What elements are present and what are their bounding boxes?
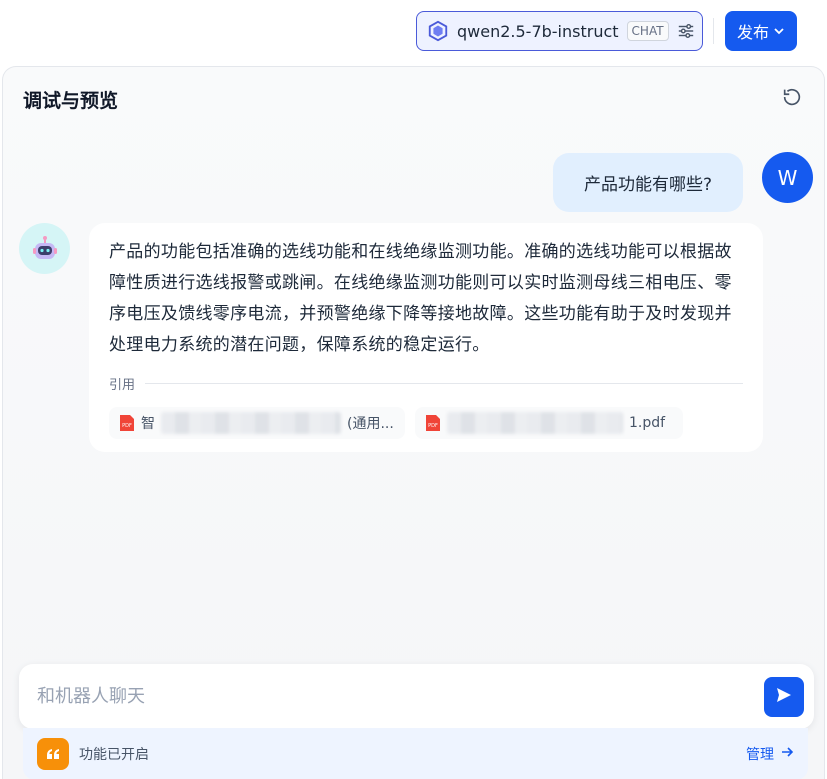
bot-message-bubble: 产品的功能包括准确的选线功能和在线绝缘监测功能。准确的选线功能可以根据故障性质进… xyxy=(89,223,763,452)
panel-title: 调试与预览 xyxy=(23,90,119,112)
citation-header: 引用 xyxy=(109,374,743,393)
redacted-filename xyxy=(161,412,341,434)
citation-name-suffix: (通用... xyxy=(347,416,394,432)
model-selector-button[interactable]: qwen2.5-7b-instruct CHAT xyxy=(416,11,703,51)
redacted-filename xyxy=(447,412,623,434)
user-message-bubble: 产品功能有哪些? xyxy=(553,153,743,212)
model-name: qwen2.5-7b-instruct xyxy=(457,21,619,41)
citation-chip[interactable]: PDF 1.pdf xyxy=(415,407,683,439)
debug-preview-panel: 调试与预览 产品功能有哪些? W 产品的功能包括准确的选线功能和在线绝缘监测功能… xyxy=(2,66,825,779)
manage-label: 管理 xyxy=(746,747,774,763)
send-button[interactable] xyxy=(764,676,804,717)
citation-chip[interactable]: PDF 智 (通用... xyxy=(109,407,405,439)
citation-name-prefix: 智 xyxy=(141,416,155,432)
bot-message-text: 产品的功能包括准确的选线功能和在线绝缘监测功能。准确的选线功能可以根据故障性质进… xyxy=(109,242,732,355)
user-message-text: 产品功能有哪些? xyxy=(583,175,713,195)
tune-icon[interactable] xyxy=(677,21,695,41)
quote-icon xyxy=(37,738,69,770)
chevron-down-icon xyxy=(773,22,785,41)
model-logo-icon xyxy=(427,19,449,43)
refresh-icon[interactable] xyxy=(781,86,803,108)
bot-avatar-icon xyxy=(19,223,70,274)
pdf-icon: PDF xyxy=(119,414,135,432)
top-bar: qwen2.5-7b-instruct CHAT 发布 xyxy=(0,0,827,64)
feature-status-text: 功能已开启 xyxy=(79,747,149,763)
user-avatar: W xyxy=(762,152,813,203)
manage-link[interactable]: 管理 xyxy=(746,744,794,764)
citation-label: 引用 xyxy=(109,378,136,393)
svg-text:PDF: PDF xyxy=(122,423,132,429)
publish-label: 发布 xyxy=(736,23,769,42)
chat-composer xyxy=(19,664,814,729)
model-mode-badge: CHAT xyxy=(626,21,669,41)
citation-divider xyxy=(145,383,743,384)
send-icon xyxy=(775,686,793,708)
header-divider xyxy=(713,18,714,44)
feature-bar: 功能已开启 管理 xyxy=(23,728,808,779)
citation-list: PDF 智 (通用... PDF 1.pdf xyxy=(109,407,743,439)
arrow-right-icon xyxy=(780,745,794,763)
svg-text:PDF: PDF xyxy=(428,423,438,429)
publish-button[interactable]: 发布 xyxy=(725,11,797,51)
chat-input[interactable] xyxy=(37,686,764,707)
citation-name-suffix: 1.pdf xyxy=(629,415,666,431)
pdf-icon: PDF xyxy=(425,414,441,432)
